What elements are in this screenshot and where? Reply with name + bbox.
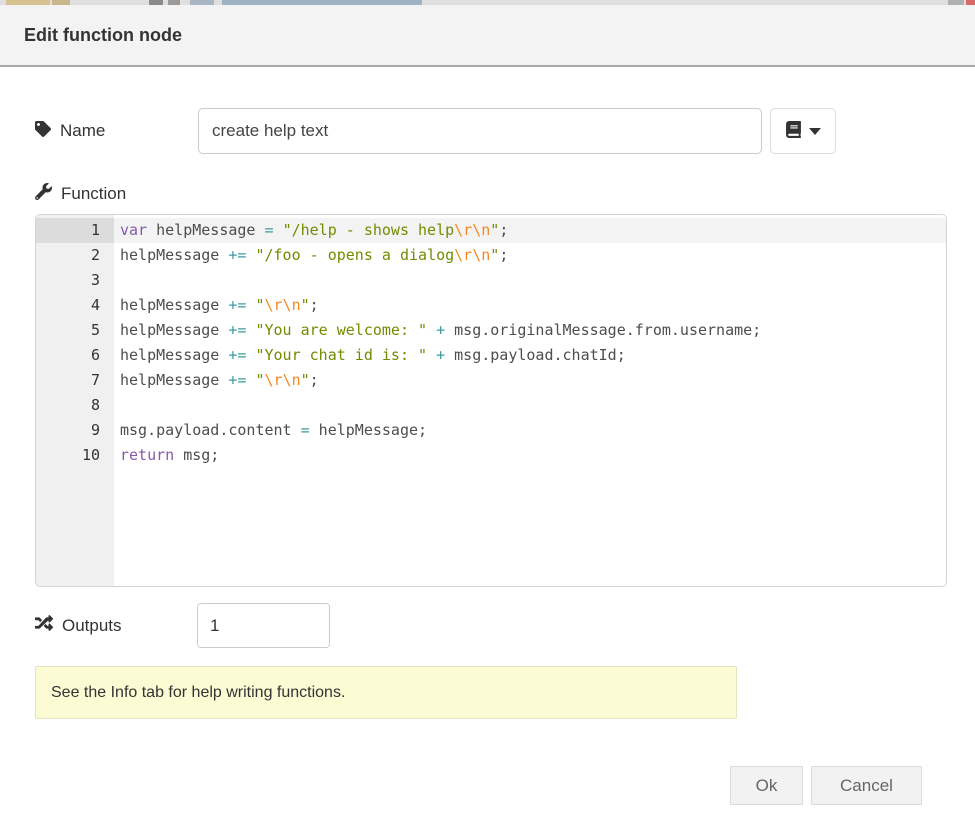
background-node [948, 0, 964, 5]
name-label-group: Name [35, 121, 198, 142]
code-line [114, 268, 946, 293]
outputs-label: Outputs [62, 616, 122, 636]
line-number: 8 [36, 393, 114, 418]
code-line: helpMessage += "/foo - opens a dialog\r\… [114, 243, 946, 268]
dialog-body: Name Function 12345678910 var helpMessag… [0, 108, 975, 805]
name-input[interactable] [198, 108, 762, 154]
wrench-icon [35, 183, 61, 205]
chevron-down-icon [809, 128, 821, 135]
background-node [190, 0, 214, 5]
background-node [168, 0, 180, 5]
line-number: 6 [36, 343, 114, 368]
dialog-header: Edit function node [0, 5, 975, 67]
line-number: 1 [36, 218, 114, 243]
editor-code[interactable]: var helpMessage = "/help - shows help\r\… [114, 215, 946, 586]
code-line: helpMessage += "\r\n"; [114, 293, 946, 318]
code-line: msg.payload.content = helpMessage; [114, 418, 946, 443]
background-node [222, 0, 422, 5]
line-number: 10 [36, 443, 114, 468]
code-line: helpMessage += "You are welcome: " + msg… [114, 318, 946, 343]
function-label: Function [61, 184, 126, 204]
code-line: helpMessage += "Your chat id is: " + msg… [114, 343, 946, 368]
line-number: 3 [36, 268, 114, 293]
shuffle-icon [35, 614, 62, 637]
name-row: Name [35, 108, 940, 154]
outputs-input[interactable] [198, 604, 330, 647]
cancel-button[interactable]: Cancel [811, 766, 922, 805]
outputs-spinner [197, 603, 330, 648]
line-number: 7 [36, 368, 114, 393]
background-node [52, 0, 70, 5]
line-number: 9 [36, 418, 114, 443]
background-node [149, 0, 163, 5]
library-button[interactable] [770, 108, 836, 154]
name-label: Name [60, 121, 105, 141]
code-editor[interactable]: 12345678910 var helpMessage = "/help - s… [35, 214, 947, 587]
outputs-row: Outputs [35, 603, 940, 648]
code-line: var helpMessage = "/help - shows help\r\… [114, 218, 946, 243]
line-number: 4 [36, 293, 114, 318]
line-number: 5 [36, 318, 114, 343]
edit-function-dialog: Edit function node Name Fun [0, 5, 975, 805]
background-peek [0, 0, 975, 5]
tag-icon [35, 121, 60, 142]
code-line [114, 393, 946, 418]
dialog-title: Edit function node [24, 25, 182, 46]
function-label-group: Function [35, 183, 940, 205]
outputs-label-group: Outputs [35, 614, 197, 637]
background-node [6, 0, 50, 5]
line-number: 2 [36, 243, 114, 268]
book-icon [785, 121, 802, 141]
info-tip-text: See the Info tab for help writing functi… [51, 684, 345, 702]
ok-button[interactable]: Ok [730, 766, 803, 805]
code-line: return msg; [114, 443, 946, 468]
dialog-footer: Ok Cancel [35, 766, 940, 805]
background-node [966, 0, 975, 5]
info-tip: See the Info tab for help writing functi… [35, 666, 737, 719]
editor-gutter: 12345678910 [36, 215, 114, 586]
code-line: helpMessage += "\r\n"; [114, 368, 946, 393]
